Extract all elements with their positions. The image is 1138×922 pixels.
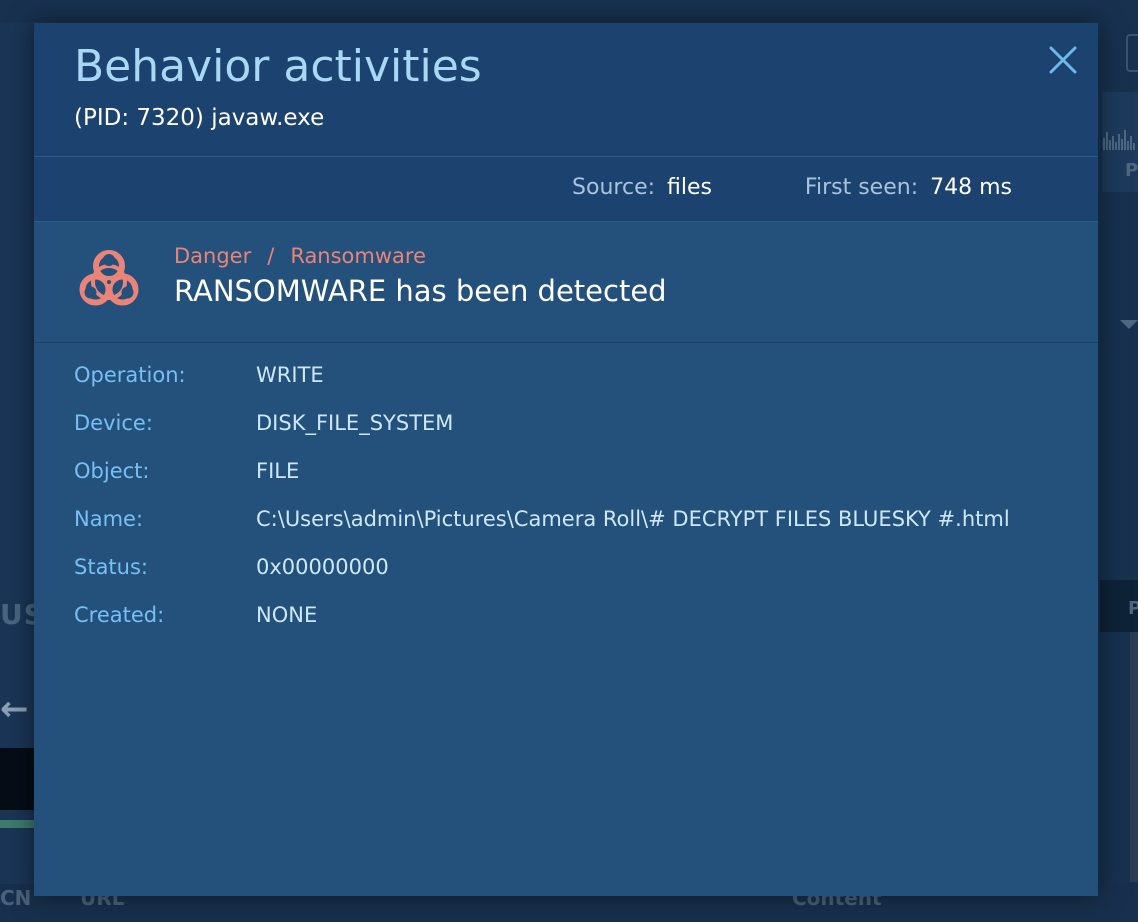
detail-row-object: Object: FILE [74, 459, 1074, 507]
background-top-band [0, 0, 1138, 22]
meta-source: Source: files [572, 175, 712, 200]
alert-category: Danger / Ransomware [174, 244, 426, 268]
detail-value: FILE [256, 459, 300, 483]
background-back-arrow-icon: ← [0, 689, 29, 729]
first-seen-label: First seen: [804, 175, 919, 200]
source-label: Source: [572, 175, 656, 200]
alert-type: Ransomware [290, 244, 427, 268]
close-icon [1049, 46, 1077, 74]
background-left-green-bar [0, 820, 36, 828]
detail-value: NONE [256, 603, 318, 627]
detail-value: C:\Users\admin\Pictures\Camera Roll\# DE… [256, 507, 1010, 531]
detail-label: Operation: [74, 363, 186, 387]
process-subtitle: (PID: 7320) javaw.exe [74, 105, 325, 131]
background-right-strip [1130, 632, 1138, 882]
modal-header: Behavior activities (PID: 7320) javaw.ex… [34, 23, 1098, 157]
detail-row-device: Device: DISK_FILE_SYSTEM [74, 411, 1074, 459]
detail-value: DISK_FILE_SYSTEM [256, 411, 454, 435]
background-sparkline [1103, 130, 1135, 150]
background-left-black-block [0, 748, 36, 810]
detail-label: Device: [74, 411, 153, 435]
detail-row-name: Name: C:\Users\admin\Pictures\Camera Rol… [74, 507, 1074, 555]
behavior-activities-modal: Behavior activities (PID: 7320) javaw.ex… [34, 23, 1098, 896]
modal-title: Behavior activities [74, 41, 482, 92]
detail-row-created: Created: NONE [74, 603, 1074, 651]
first-seen-value: 748 ms [930, 175, 1012, 200]
background-right-letter: P [1125, 160, 1138, 181]
meta-first-seen: First seen: 748 ms [805, 175, 1012, 200]
alert-section: Danger / Ransomware RANSOMWARE has been de… [34, 222, 1098, 343]
background-caret-icon [1120, 320, 1138, 329]
alert-separator: / [267, 244, 275, 268]
alert-level: Danger [174, 244, 252, 268]
close-button[interactable] [1046, 43, 1080, 77]
detail-value: WRITE [256, 363, 324, 387]
source-value: files [667, 175, 712, 200]
background-right-input [1126, 34, 1138, 72]
detail-label: Status: [74, 555, 148, 579]
detail-label: Created: [74, 603, 165, 627]
biohazard-icon [79, 250, 139, 306]
detail-row-status: Status: 0x00000000 [74, 555, 1074, 603]
detail-row-operation: Operation: WRITE [74, 363, 1074, 411]
details-list: Operation: WRITE Device: DISK_FILE_SYSTE… [74, 363, 1074, 651]
background-right-letter-2: P [1128, 598, 1138, 619]
detail-label: Name: [74, 507, 144, 531]
meta-bar: Source: files First seen: 748 ms [34, 157, 1098, 222]
detail-label: Object: [74, 459, 150, 483]
alert-message: RANSOMWARE has been detected [174, 274, 667, 308]
detail-value: 0x00000000 [256, 555, 389, 579]
background-bottom-left-fragment: CN [0, 886, 32, 910]
